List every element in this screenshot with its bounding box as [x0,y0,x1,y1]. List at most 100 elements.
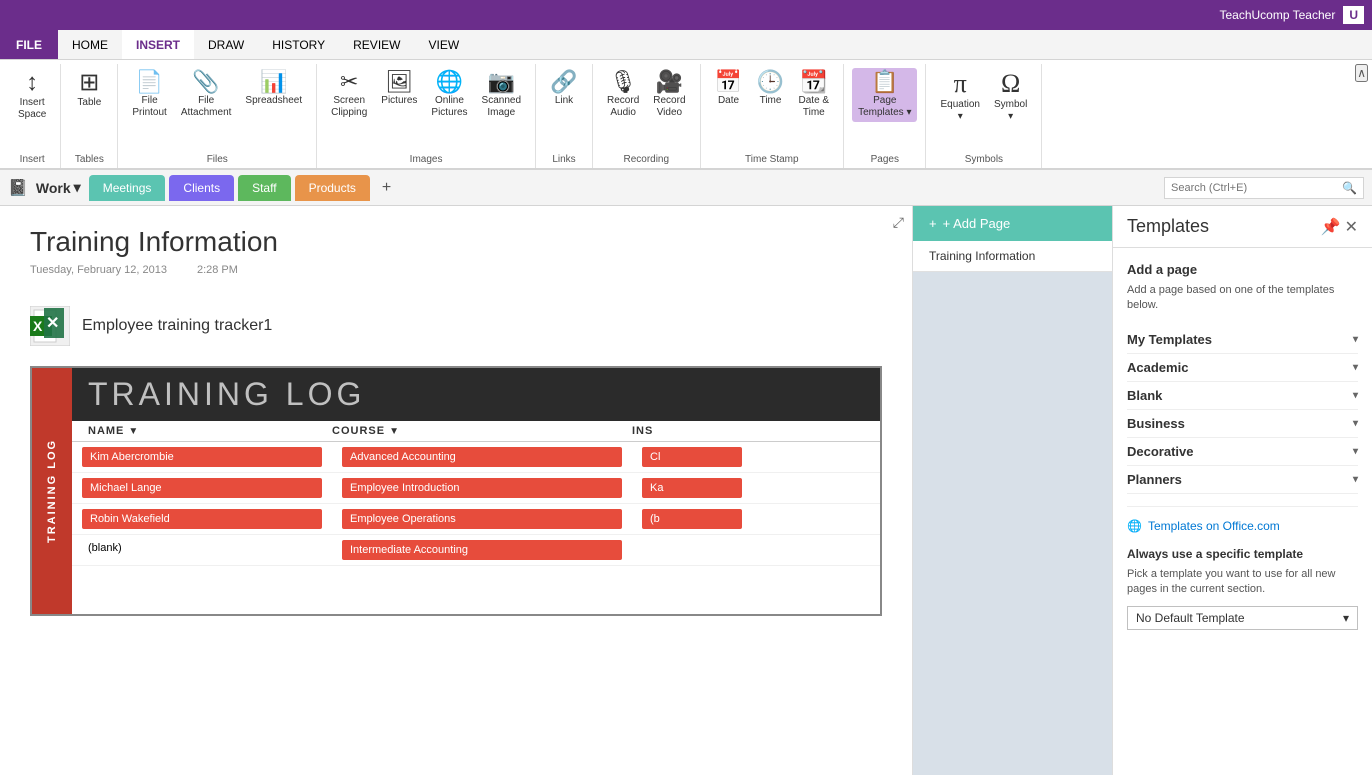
course-filter-icon: ▼ [389,426,400,437]
template-category-decorative[interactable]: Decorative ▾ [1127,438,1358,466]
column-headers: NAME ▼ COURSE ▼ INS [72,421,880,442]
section-tab-meetings[interactable]: Meetings [89,175,166,201]
page-date: Tuesday, February 12, 2013 2:28 PM [30,264,882,276]
section-tab-products[interactable]: Products [295,175,370,201]
cell-ins-1: Cl [632,442,752,472]
page-item-training-info[interactable]: Training Information [913,241,1112,272]
expand-button[interactable]: ⤢ [893,214,904,231]
tab-draw[interactable]: DRAW [194,30,258,59]
online-pictures-button[interactable]: 🌐 OnlinePictures [425,68,473,122]
insert-space-button[interactable]: ↕ InsertSpace [12,68,52,124]
file-attachment-button[interactable]: 📎 FileAttachment [175,68,238,122]
content-area: ⤢ Training Information Tuesday, February… [0,206,912,775]
cell-name-2: Michael Lange [72,473,332,503]
template-category-my-templates[interactable]: My Templates ▾ [1127,326,1358,354]
section-tab-clients[interactable]: Clients [169,175,234,201]
page-title: Training Information [30,226,882,258]
training-content: TRAINING LOG NAME ▼ COURSE ▼ INS Kim Abe… [72,368,880,614]
scanned-image-icon: 📷 [488,71,515,93]
record-video-icon: 🎥 [656,71,683,93]
insert-space-icon: ↕ [26,71,38,95]
ribbon-group-images-items: ✂ ScreenClipping 🖼 Pictures 🌐 OnlinePict… [325,68,527,152]
tab-bar: 📓 Work ▾ Meetings Clients Staff Products… [0,170,1372,206]
tab-history[interactable]: HISTORY [258,30,339,59]
ribbon: ↕ InsertSpace Insert ⊞ Table Tables 📄 Fi… [0,60,1372,170]
templates-office-link[interactable]: 🌐 Templates on Office.com [1127,519,1358,533]
academic-label: Academic [1127,360,1188,375]
pictures-button[interactable]: 🖼 Pictures [375,68,423,110]
template-category-planners[interactable]: Planners ▾ [1127,466,1358,494]
search-icon[interactable]: 🔍 [1342,181,1357,195]
page-time-value: 2:28 PM [197,264,238,276]
table-row: Michael Lange Employee Introduction Ka [72,473,880,504]
add-page-button[interactable]: + + Add Page [913,206,1112,241]
cell-name-4: (blank) [72,535,332,565]
page-templates-icon: 📋 [871,71,898,93]
default-template-select[interactable]: No Default Template ▾ [1127,606,1358,630]
record-video-button[interactable]: 🎥 RecordVideo [647,68,691,122]
tab-review[interactable]: REVIEW [339,30,414,59]
notebook-name[interactable]: Work ▾ [36,179,81,196]
office-link-label: Templates on Office.com [1148,519,1280,533]
main-area: ⤢ Training Information Tuesday, February… [0,206,1372,775]
academic-chevron-icon: ▾ [1353,362,1358,373]
time-button[interactable]: 🕒 Time [751,68,791,110]
equation-button[interactable]: π Equation▾ [934,68,985,126]
templates-pin-button[interactable]: 📌 [1321,217,1341,237]
date-icon: 📅 [715,71,742,93]
template-category-business[interactable]: Business ▾ [1127,410,1358,438]
template-category-academic[interactable]: Academic ▾ [1127,354,1358,382]
page-templates-button[interactable]: 📋 PageTemplates ▾ [852,68,917,122]
ribbon-group-insert-items: ↕ InsertSpace [12,68,52,152]
spreadsheet-button[interactable]: 📊 Spreadsheet [239,68,308,110]
default-template-value: No Default Template [1136,611,1245,625]
date-button[interactable]: 📅 Date [709,68,749,110]
table-row: Kim Abercrombie Advanced Accounting Cl [72,442,880,473]
training-title: TRAINING LOG [88,376,864,413]
ribbon-group-tables: ⊞ Table Tables [61,64,118,168]
tab-view[interactable]: VIEW [414,30,473,59]
cell-course-2: Employee Introduction [332,473,632,503]
section-tab-staff[interactable]: Staff [238,175,290,201]
table-row: Robin Wakefield Employee Operations (b [72,504,880,535]
ribbon-group-images: ✂ ScreenClipping 🖼 Pictures 🌐 OnlinePict… [317,64,536,168]
pin-icon: 📌 [1321,217,1341,237]
user-name: TeachUcomp Teacher [1219,8,1335,22]
table-icon: ⊞ [79,71,99,95]
add-section-button[interactable]: + [374,175,399,201]
col-header-ins: INS [632,425,752,437]
templates-panel: Templates 📌 ✕ Add a page Add a page base… [1112,206,1372,775]
ribbon-group-symbols-items: π Equation▾ Ω Symbol▾ [934,68,1033,152]
ribbon-group-images-label: Images [325,152,527,168]
record-audio-button[interactable]: 🎙 RecordAudio [601,68,645,122]
notebook-dropdown-icon: ▾ [74,179,81,196]
ribbon-group-files-label: Files [126,152,308,168]
decorative-label: Decorative [1127,444,1193,459]
screen-clipping-button[interactable]: ✂ ScreenClipping [325,68,373,122]
template-select-chevron-icon: ▾ [1343,611,1349,625]
pictures-icon: 🖼 [385,71,413,93]
symbol-button[interactable]: Ω Symbol▾ [988,68,1033,126]
ribbon-group-recording-label: Recording [601,152,692,168]
pages-panel: + + Add Page Training Information [912,206,1112,775]
notebook-icon: 📓 [8,178,28,198]
page-date-value: Tuesday, February 12, 2013 [30,264,167,276]
templates-body: Add a page Add a page based on one of th… [1113,248,1372,775]
scanned-image-button[interactable]: 📷 ScannedImage [476,68,527,122]
ribbon-collapse-button[interactable]: ∧ [1355,64,1368,82]
table-button[interactable]: ⊞ Table [69,68,109,112]
templates-close-button[interactable]: ✕ [1345,217,1358,237]
date-time-button[interactable]: 📆 Date &Time [793,68,836,122]
link-button[interactable]: 🔗 Link [544,68,584,110]
template-category-blank[interactable]: Blank ▾ [1127,382,1358,410]
tab-insert[interactable]: INSERT [122,30,194,59]
tab-file[interactable]: FILE [0,30,58,59]
templates-section-desc: Add a page based on one of the templates… [1127,283,1358,314]
search-input[interactable] [1171,182,1338,194]
planners-chevron-icon: ▾ [1353,474,1358,485]
cell-course-4: Intermediate Accounting [332,535,632,565]
file-printout-button[interactable]: 📄 FilePrintout [126,68,172,122]
ribbon-tabs: FILE HOME INSERT DRAW HISTORY REVIEW VIE… [0,30,1372,60]
tab-home[interactable]: HOME [58,30,122,59]
ribbon-group-links-label: Links [544,152,584,168]
